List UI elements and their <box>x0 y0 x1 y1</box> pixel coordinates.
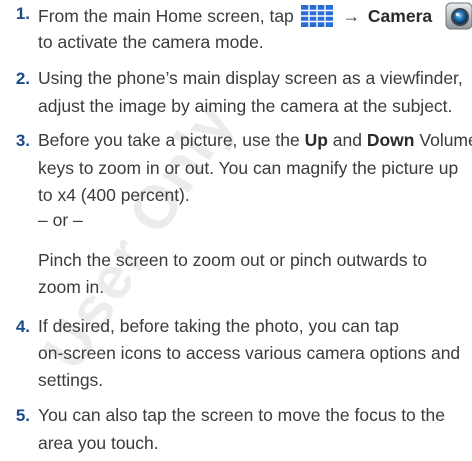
step-line: From the main Home screen, tap → Camera <box>38 2 472 30</box>
step-line: on-screen icons to access various camera… <box>38 343 461 363</box>
step-line: area you touch. <box>38 433 159 453</box>
up-key-label: Up <box>304 130 328 150</box>
step-number: 4. <box>15 317 30 336</box>
step-line: If desired, before taking the photo, you… <box>38 316 399 336</box>
step-number: 2. <box>15 69 30 88</box>
step-line: zoom in. <box>38 277 105 297</box>
or-separator: – or – <box>38 210 83 230</box>
camera-app-icon <box>445 2 472 30</box>
step-text: Volume <box>419 130 472 150</box>
apps-grid-icon <box>300 5 333 27</box>
step-line: adjust the image by aiming the camera at… <box>38 96 453 116</box>
step-line: You can also tap the screen to move the … <box>38 405 445 425</box>
step-line: settings. <box>38 370 104 390</box>
arrow-icon: → <box>342 6 361 26</box>
down-key-label: Down <box>366 130 415 150</box>
step-text: and <box>332 130 362 150</box>
step-line: Pinch the screen to zoom out or pinch ou… <box>38 250 428 270</box>
camera-label: Camera <box>367 6 433 26</box>
step-line: Using the phone’s main display screen as… <box>38 68 463 88</box>
step-number: 5. <box>15 406 30 425</box>
step-line: to activate the camera mode. <box>38 32 264 52</box>
step-line: Before you take a picture, use the Up an… <box>38 129 472 151</box>
step-text: From the main Home screen, tap <box>38 6 294 26</box>
step-line: keys to zoom in or out. You can magnify … <box>38 158 459 178</box>
step-number: 3. <box>15 131 30 150</box>
step-text: Before you take a picture, use the <box>38 130 300 150</box>
step-line: to x4 (400 percent). <box>38 185 190 205</box>
step-number: 1. <box>15 4 30 23</box>
